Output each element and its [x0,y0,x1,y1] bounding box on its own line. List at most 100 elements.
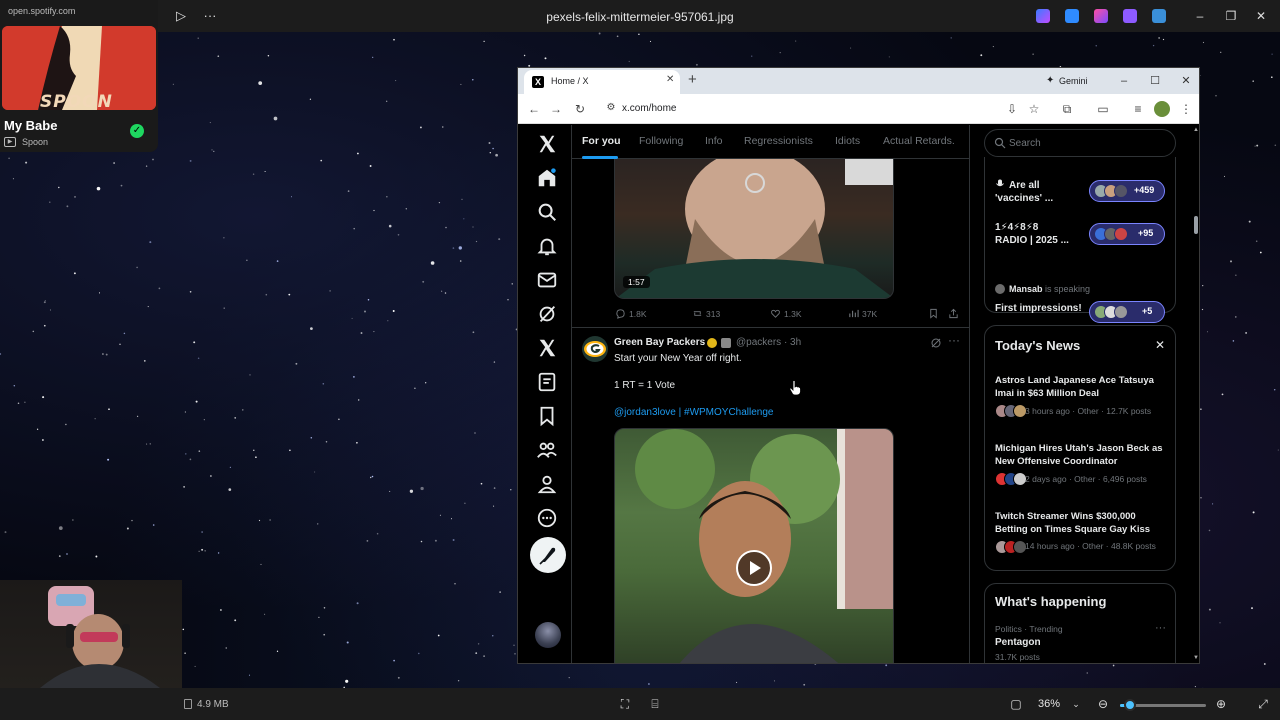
space-title-2b[interactable]: RADIO | 2025 ... [995,234,1069,247]
space-title-2a[interactable]: 1⚡4⚡8⚡8 [995,221,1038,234]
gemini-button[interactable]: ✦ Gemini [1041,72,1099,90]
star [74,196,76,198]
star [885,664,888,667]
forward-icon[interactable]: → [548,101,564,117]
copilot-icon[interactable] [1036,9,1050,23]
onedrive-icon[interactable] [1152,9,1166,23]
zoom-out-icon[interactable]: ⊖ [1096,697,1110,711]
spotify-mini-player[interactable]: open.spotify.com SPOON My Babe ▶ Spoon ✓ [0,0,158,152]
post-mention-hashtag[interactable]: @jordan3love | #WPMOYChallenge [614,407,774,418]
bookmark-icon[interactable] [928,308,939,319]
explore-search-icon[interactable] [536,201,558,223]
search-input[interactable] [1009,135,1159,151]
bookmarks-icon[interactable] [536,405,558,427]
page-scrollbar[interactable]: ▲ ▼ [1191,125,1199,663]
extensions-icon[interactable]: ⧉ [1059,101,1075,117]
tab-for-you[interactable]: For you [582,135,621,147]
post-video-2[interactable] [614,428,894,663]
track-title[interactable]: My Babe [4,118,57,133]
news-close-icon[interactable]: ✕ [1155,338,1165,352]
share-icon[interactable] [948,308,959,319]
browser-close-icon[interactable]: ✕ [1176,72,1196,90]
bookmark-star-icon[interactable]: ☆ [1026,101,1042,117]
account-avatar[interactable] [535,622,561,648]
zoom-level[interactable]: 36% [1038,698,1060,710]
tab-info[interactable]: Info [705,135,723,147]
repost-icon[interactable] [692,308,703,319]
tab-idiots[interactable]: Idiots [835,135,860,147]
tab-regressionists[interactable]: Regressionists [744,135,813,147]
tab-close-icon[interactable]: ✕ [666,74,674,85]
tab-following[interactable]: Following [639,135,683,147]
grok-icon[interactable] [536,303,558,325]
browser-menu-icon[interactable]: ⋮ [1178,101,1194,117]
zoom-in-icon[interactable]: ⊕ [1214,697,1228,711]
more-circle-icon[interactable] [536,507,558,529]
x-logo-icon[interactable] [536,133,558,155]
close-icon[interactable]: ✕ [1251,6,1271,26]
news-headline-2[interactable]: Michigan Hires Utah's Jason Beck as New … [995,442,1171,468]
clipchamp-icon[interactable] [1123,9,1137,23]
zoom-dropdown-icon[interactable]: ⌄ [1069,697,1083,711]
news-headline-1[interactable]: Astros Land Japanese Ace Tatsuya Imai in… [995,374,1171,400]
profile-icon[interactable] [536,473,558,495]
install-app-icon[interactable]: ⇩ [1004,101,1020,117]
home-icon[interactable] [536,167,558,189]
space-title-3[interactable]: First impressions! [995,302,1082,315]
lists-icon[interactable] [536,371,558,393]
space-speaker-line[interactable]: Mansab is speaking [1009,284,1090,294]
edit-icon[interactable] [1065,9,1079,23]
webcam-figure [40,586,160,688]
profile-avatar-icon[interactable] [1154,101,1170,117]
post-video-1[interactable]: 1:57 [614,159,894,299]
scroll-down-arrow-icon[interactable]: ▼ [1193,655,1199,661]
space-title-1a[interactable]: Are all [1009,179,1040,192]
like-heart-icon[interactable] [770,308,781,319]
browser-maximize-icon[interactable]: ☐ [1145,72,1165,90]
sidepanel-icon[interactable]: ▭ [1095,101,1111,117]
zoom-slider-thumb[interactable] [1124,699,1137,711]
grok-explain-icon[interactable] [930,337,942,349]
scroll-up-arrow-icon[interactable]: ▲ [1193,127,1199,133]
post-author-name[interactable]: Green Bay Packers [614,337,705,348]
designer-icon[interactable] [1094,9,1108,23]
compose-post-button[interactable] [530,537,566,573]
actual-size-icon[interactable]: ▢ [1009,697,1023,711]
post-author-handle[interactable]: @packers · 3h [736,337,801,348]
notifications-bell-icon[interactable] [536,235,558,257]
packers-avatar[interactable] [582,336,608,362]
play-button[interactable] [736,550,772,586]
search-box[interactable] [984,129,1176,157]
post-more-icon[interactable]: ··· [948,333,960,347]
minimize-icon[interactable]: – [1190,6,1210,26]
communities-icon[interactable] [536,439,558,461]
trend-more-icon[interactable]: ··· [1155,622,1166,634]
space-listeners-pill-1[interactable]: +459 [1089,180,1165,202]
track-artist[interactable]: Spoon [22,137,48,147]
messages-envelope-icon[interactable] [536,269,558,291]
news-headline-3[interactable]: Twitch Streamer Wins $300,000 Betting on… [995,510,1171,536]
text-recognition-icon[interactable]: ⌸ [648,697,662,711]
tab-actual-retards[interactable]: Actual Retards. [883,135,955,147]
browser-minimize-icon[interactable]: – [1114,72,1134,90]
saved-check-icon[interactable]: ✓ [130,124,144,138]
address-bar[interactable]: x.com/home [622,103,676,114]
premium-x-icon[interactable] [536,337,558,359]
reply-icon[interactable] [615,308,626,319]
new-tab-icon[interactable]: + [688,72,697,88]
fullscreen-icon[interactable]: ⤢ [1256,697,1270,711]
back-icon[interactable]: ← [526,101,542,117]
space-listeners-pill-2[interactable]: +95 [1089,223,1165,245]
space-listeners-pill-3[interactable]: +5 [1089,301,1165,323]
tab-home-x[interactable]: X Home / X ✕ [524,70,680,94]
scrollbar-thumb[interactable] [1194,216,1198,234]
fit-screen-icon[interactable]: ⛶ [618,697,632,711]
site-info-icon[interactable]: ⚙ [604,101,618,115]
restore-icon[interactable]: ❐ [1221,6,1241,26]
reading-list-icon[interactable]: ≡ [1130,101,1146,117]
views-icon[interactable] [848,308,859,319]
album-art[interactable]: SPOON [2,26,156,110]
reload-icon[interactable]: ↻ [572,101,588,117]
space-title-1b[interactable]: 'vaccines' ... [995,192,1053,205]
trend-name[interactable]: Pentagon [995,637,1041,648]
